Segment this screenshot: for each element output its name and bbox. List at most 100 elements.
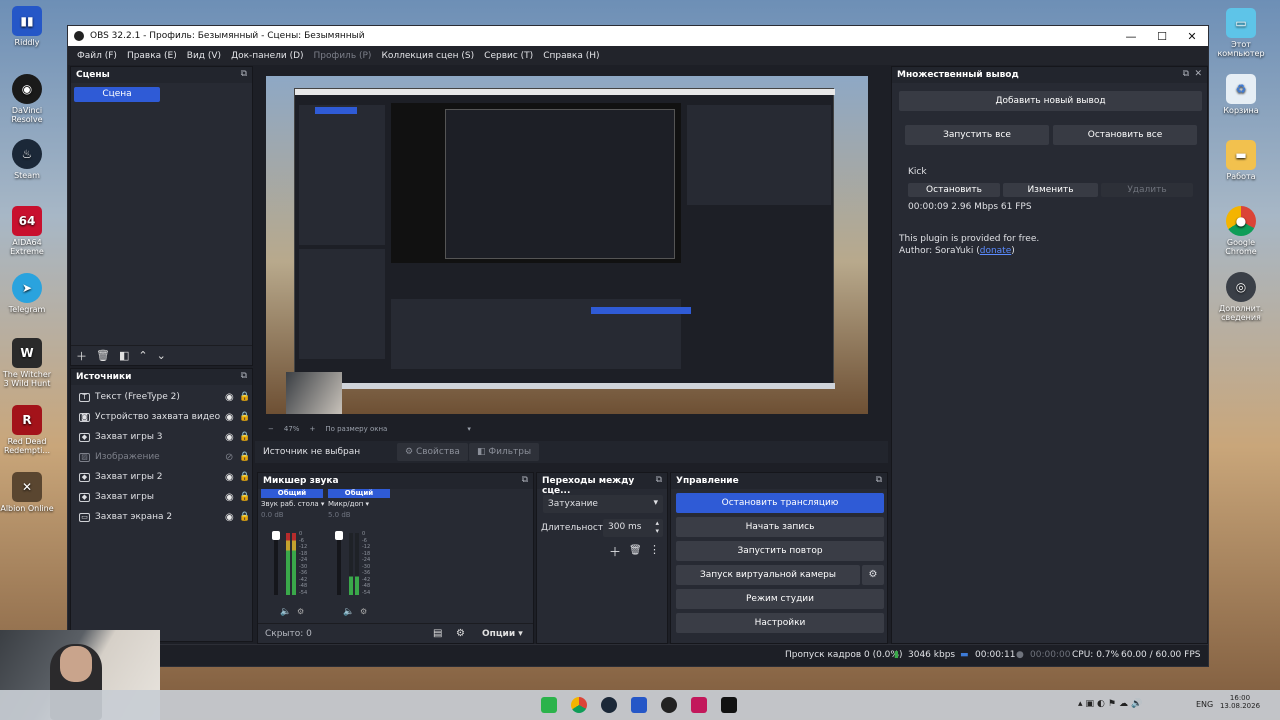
options-button[interactable]: Опции ▾ — [482, 629, 523, 639]
desktop-icon-recycle-bin[interactable]: ♻ Корзина — [1214, 74, 1268, 115]
menu-help[interactable]: Справка (H) — [538, 51, 604, 61]
riddly-icon[interactable] — [631, 697, 647, 713]
undock-icon[interactable]: ⧉ — [241, 371, 247, 381]
add-icon[interactable]: ＋ — [609, 543, 621, 560]
desktop-icon-rdr[interactable]: R Red Dead Redempti... — [0, 405, 54, 455]
add-output-button[interactable]: Добавить новый вывод — [899, 91, 1202, 111]
undock-icon[interactable]: ⧉ — [522, 475, 528, 485]
desktop-icon-witcher[interactable]: W The Witcher 3 Wild Hunt — [0, 338, 54, 388]
lock-icon[interactable]: 🔒 — [239, 452, 251, 462]
zoom-out-button[interactable]: − — [268, 425, 274, 433]
desktop-icon-steam[interactable]: ♨ Steam — [0, 139, 54, 180]
volume-slider-handle[interactable] — [335, 531, 343, 540]
eye-icon[interactable]: ◉ — [225, 512, 239, 523]
tiktok-icon[interactable] — [691, 697, 707, 713]
speaker-icon[interactable]: 🔈 — [343, 607, 354, 617]
undock-icon[interactable]: ⧉ — [656, 475, 662, 485]
layout-icon[interactable]: ▤ — [433, 628, 442, 639]
eye-icon[interactable]: ◉ — [225, 412, 239, 423]
stop-streaming-button[interactable]: Остановить трансляцию — [676, 493, 884, 513]
menu-edit[interactable]: Правка (E) — [122, 51, 182, 61]
source-item[interactable]: ◙ Устройство захвата видео ◉ 🔒 — [75, 407, 251, 427]
lock-icon[interactable]: 🔒 — [239, 512, 251, 522]
stop-all-button[interactable]: Остановить все — [1053, 125, 1197, 145]
studio-mode-button[interactable]: Режим студии — [676, 589, 884, 609]
close-button[interactable]: ✕ — [1177, 26, 1207, 46]
clock[interactable]: 16:00 13.08.2026 — [1218, 694, 1262, 710]
source-item[interactable]: ◆ Захват игры ◉ 🔒 — [75, 487, 251, 507]
lock-icon[interactable]: 🔒 — [239, 412, 251, 422]
desktop-icon-davinci[interactable]: ◉ DaVinci Resolve — [0, 74, 54, 124]
steam-icon[interactable] — [601, 697, 617, 713]
donate-link[interactable]: donate — [980, 246, 1012, 256]
undock-icon[interactable]: ⧉ — [1183, 69, 1189, 79]
transition-select[interactable]: Затухание ▾ — [543, 495, 663, 513]
output-stop-button[interactable]: Остановить — [908, 183, 1000, 197]
duration-input[interactable]: 300 ms ▴ ▾ — [603, 519, 663, 537]
lock-icon[interactable]: 🔒 — [239, 392, 251, 402]
zoom-in-button[interactable]: + — [309, 425, 315, 433]
spin-arrows-icon[interactable]: ▴ ▾ — [655, 519, 659, 535]
lock-icon[interactable]: 🔒 — [239, 492, 251, 502]
desktop-icon-riddly[interactable]: ▮▮ Riddly — [0, 6, 54, 47]
start-recording-button[interactable]: Начать запись — [676, 517, 884, 537]
menu-view[interactable]: Вид (V) — [182, 51, 226, 61]
start-all-button[interactable]: Запустить все — [905, 125, 1049, 145]
more-icon[interactable]: ⋮ — [649, 543, 660, 556]
lock-icon[interactable]: 🔒 — [239, 472, 251, 482]
eye-icon[interactable]: ◉ — [225, 472, 239, 483]
obs-icon[interactable] — [661, 697, 677, 713]
source-item[interactable]: ◆ Захват игры 2 ◉ 🔒 — [75, 467, 251, 487]
chevron-down-icon[interactable]: ▾ — [467, 425, 471, 433]
menu-scene-collection[interactable]: Коллекция сцен (S) — [376, 51, 479, 61]
source-item[interactable]: T Текст (FreeType 2) ◉ 🔒 — [75, 387, 251, 407]
mixer-options-icon[interactable]: ⚙ — [297, 607, 304, 616]
filter-icon[interactable]: ◧ — [119, 349, 129, 362]
menu-docks[interactable]: Док-панели (D) — [226, 51, 308, 61]
move-down-icon[interactable]: ⌄ — [157, 349, 166, 362]
desktop-icon-this-pc[interactable]: ▭ Этот компьютер — [1214, 8, 1268, 58]
menu-tools[interactable]: Сервис (T) — [479, 51, 538, 61]
add-icon[interactable]: ＋ — [76, 348, 87, 364]
volume-slider[interactable] — [274, 533, 278, 595]
settings-button[interactable]: Настройки — [676, 613, 884, 633]
desktop-icon-telegram[interactable]: ➤ Telegram — [0, 273, 54, 314]
gear-icon[interactable]: ⚙ — [456, 628, 465, 639]
menu-file[interactable]: Файл (F) — [72, 51, 122, 61]
eye-icon[interactable]: ◉ — [225, 492, 239, 503]
zoom-fit-select[interactable]: По размеру окна — [325, 425, 387, 433]
gear-icon[interactable]: ⚙ — [862, 565, 884, 585]
chrome-icon[interactable] — [571, 697, 587, 713]
eye-icon[interactable]: ◉ — [225, 392, 239, 403]
source-item[interactable]: ▭ Захват экрана 2 ◉ 🔒 — [75, 507, 251, 527]
lock-icon[interactable]: 🔒 — [239, 432, 251, 442]
app-icon[interactable] — [541, 697, 557, 713]
desktop-icon-chrome[interactable]: ● Google Chrome — [1214, 206, 1268, 256]
undock-icon[interactable]: ⧉ — [241, 69, 247, 79]
volume-slider[interactable] — [337, 533, 341, 595]
trash-icon[interactable]: 🗑 — [96, 349, 110, 362]
mixer-options-icon[interactable]: ⚙ — [360, 607, 367, 616]
start-virtual-camera-button[interactable]: Запуск виртуальной камеры — [676, 565, 860, 585]
minimize-button[interactable]: — — [1116, 26, 1146, 46]
start-replay-button[interactable]: Запустить повтор — [676, 541, 884, 561]
tray-icons[interactable]: ▴▣◐⚑☁🔊 — [1078, 699, 1188, 711]
trash-icon[interactable]: 🗑 — [629, 545, 642, 556]
volume-slider-handle[interactable] — [272, 531, 280, 540]
scene-item[interactable]: Сцена — [74, 87, 160, 102]
desktop-icon-work-folder[interactable]: ▬ Работа — [1214, 140, 1268, 181]
filters-button[interactable]: ◧ Фильтры — [469, 443, 540, 461]
eye-icon[interactable]: ◉ — [225, 432, 239, 443]
language-indicator[interactable]: ENG — [1196, 700, 1213, 709]
source-item[interactable]: ◆ Захват игры 3 ◉ 🔒 — [75, 427, 251, 447]
output-delete-button[interactable]: Удалить — [1101, 183, 1193, 197]
mixer-channel-name[interactable]: Микр/доп ▾ — [328, 500, 390, 508]
properties-button[interactable]: ⚙ Свойства — [397, 443, 468, 461]
move-up-icon[interactable]: ⌃ — [138, 349, 147, 362]
eye-hidden-icon[interactable]: ⊘ — [225, 452, 239, 463]
source-item[interactable]: ▨ Изображение ⊘ 🔒 — [75, 447, 251, 467]
mixer-channel-name[interactable]: Звук раб. стола ▾ — [261, 500, 324, 508]
desktop-icon-aida64[interactable]: 64 AIDA64 Extreme — [0, 206, 54, 256]
output-edit-button[interactable]: Изменить — [1003, 183, 1098, 197]
undock-icon[interactable]: ⧉ — [876, 475, 882, 485]
